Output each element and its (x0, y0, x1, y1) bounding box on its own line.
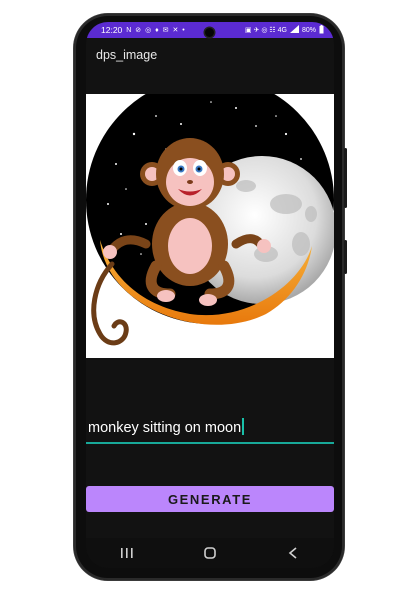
system-icons: ▣ ✈ ◎ ☷ 4G (245, 27, 287, 34)
battery-icon (319, 24, 324, 36)
generated-image (86, 76, 334, 358)
signal-icon (289, 25, 299, 35)
prompt-text: monkey sitting on moon (88, 420, 242, 436)
app-title: dps_image (96, 48, 158, 62)
recents-icon[interactable] (112, 543, 142, 563)
front-camera (205, 28, 214, 37)
volume-button (344, 148, 347, 208)
prompt-underline (86, 442, 334, 444)
status-right: ▣ ✈ ◎ ☷ 4G 80% (245, 22, 324, 38)
home-icon[interactable] (195, 543, 225, 563)
power-button (344, 240, 347, 274)
notification-icons: N ⊘ ◎ ♦ ✉ ✕ • (126, 27, 186, 34)
back-icon[interactable] (278, 543, 308, 563)
status-time: 12:20 (101, 25, 123, 35)
prompt-input[interactable]: monkey sitting on moon (88, 418, 244, 437)
battery-level: 80% (301, 26, 316, 34)
generate-button[interactable]: GENERATE (86, 486, 334, 512)
screen: 12:20 N ⊘ ◎ ♦ ✉ ✕ • ▣ ✈ ◎ ☷ 4G 80% dps_i… (86, 22, 334, 568)
navigation-bar (86, 538, 334, 568)
text-caret (242, 418, 244, 435)
